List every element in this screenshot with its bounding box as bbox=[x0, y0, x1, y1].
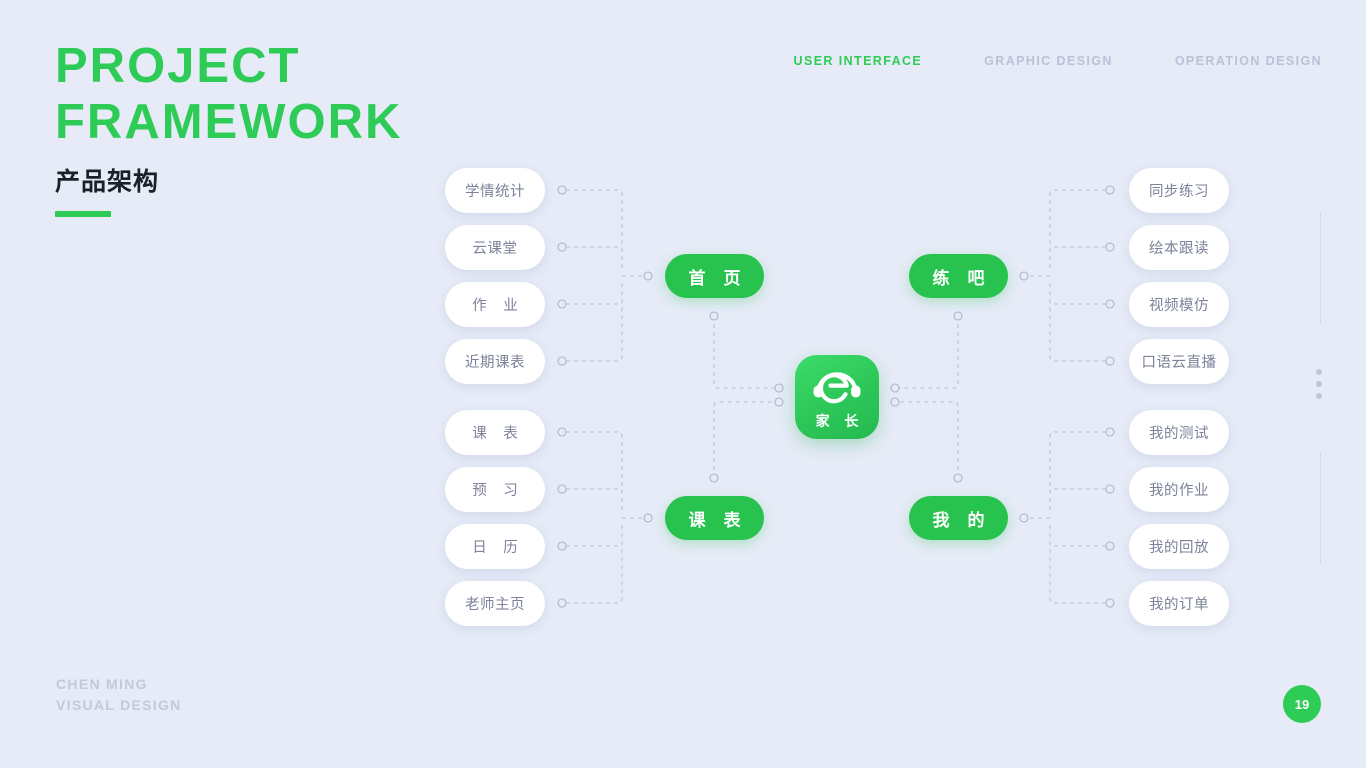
list-item[interactable]: 云课堂 bbox=[445, 225, 545, 270]
list-item[interactable]: 我的订单 bbox=[1129, 581, 1229, 626]
app-logo-headphone-e-icon bbox=[813, 372, 861, 404]
app-icon-label: 家 长 bbox=[815, 414, 864, 430]
list-item[interactable]: 我的回放 bbox=[1129, 524, 1229, 569]
list-item[interactable]: 日 历 bbox=[445, 524, 545, 569]
list-item[interactable]: 预 习 bbox=[445, 467, 545, 512]
hub-node-mine[interactable]: 我 的 bbox=[909, 496, 1008, 540]
slide-canvas: PROJECT FRAMEWORK 产品架构 USER INTERFACE GR… bbox=[0, 0, 1366, 768]
list-item[interactable]: 绘本跟读 bbox=[1129, 225, 1229, 270]
list-item[interactable]: 近期课表 bbox=[445, 339, 545, 384]
hub-node-schedule[interactable]: 课 表 bbox=[665, 496, 764, 540]
list-item[interactable]: 我的测试 bbox=[1129, 410, 1229, 455]
list-item[interactable]: 课 表 bbox=[445, 410, 545, 455]
list-item[interactable]: 视频模仿 bbox=[1129, 282, 1229, 327]
list-item[interactable]: 学情统计 bbox=[445, 168, 545, 213]
list-item[interactable]: 我的作业 bbox=[1129, 467, 1229, 512]
hub-node-practice[interactable]: 练 吧 bbox=[909, 254, 1008, 298]
product-architecture-diagram: 学情统计 云课堂 作 业 近期课表 课 表 预 习 日 历 老师主页 同步练习 … bbox=[0, 0, 1366, 768]
hub-node-home[interactable]: 首 页 bbox=[665, 254, 764, 298]
list-item[interactable]: 口语云直播 bbox=[1129, 339, 1229, 384]
app-icon[interactable]: 家 长 bbox=[795, 355, 879, 439]
connector-lines bbox=[557, 185, 1115, 608]
list-item[interactable]: 作 业 bbox=[445, 282, 545, 327]
list-item[interactable]: 同步练习 bbox=[1129, 168, 1229, 213]
list-item[interactable]: 老师主页 bbox=[445, 581, 545, 626]
